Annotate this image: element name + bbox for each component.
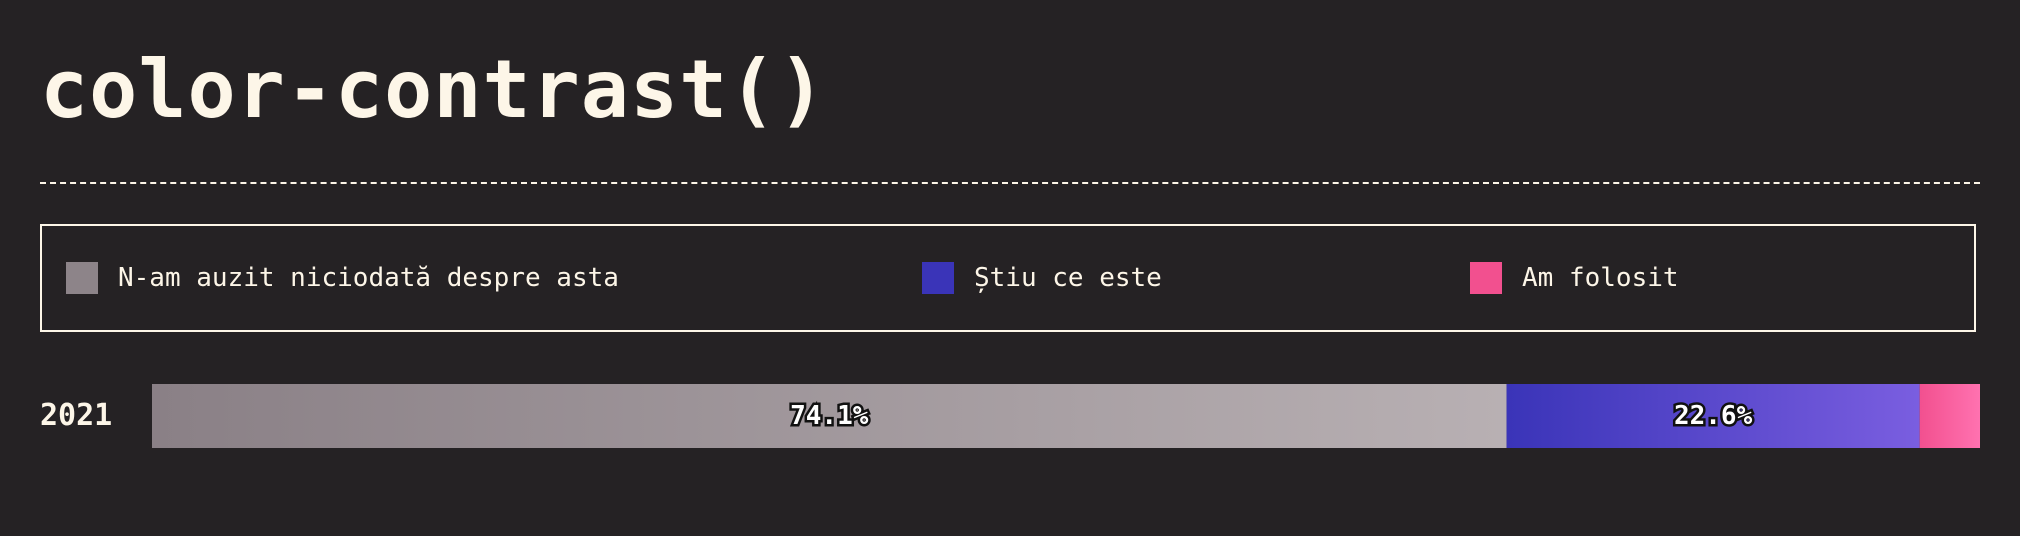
stacked-bar-chart: 74.1% 22.6% [152,384,1980,448]
legend-item-never-heard[interactable]: N-am auzit niciodată despre asta [66,226,619,330]
data-label-know-what-it-is: 22.6% [1674,401,1753,431]
legend: N-am auzit niciodată despre asta Știu ce… [40,224,1976,332]
legend-item-used-it[interactable]: Am folosit [1470,226,1679,330]
legend-item-know-what-it-is[interactable]: Știu ce este [922,226,1162,330]
data-label-never-heard: 74.1% [790,401,869,431]
legend-swatch-know-what-it-is [922,262,954,294]
legend-label-know-what-it-is: Știu ce este [974,263,1162,293]
legend-label-used-it: Am folosit [1522,263,1679,293]
bar-segment-used-it[interactable] [1919,384,1980,448]
divider [40,182,1980,184]
legend-swatch-never-heard [66,262,98,294]
legend-swatch-used-it [1470,262,1502,294]
page-title: color-contrast() [40,43,827,136]
legend-label-never-heard: N-am auzit niciodată despre asta [118,263,619,293]
category-label-2021: 2021 [40,398,113,433]
